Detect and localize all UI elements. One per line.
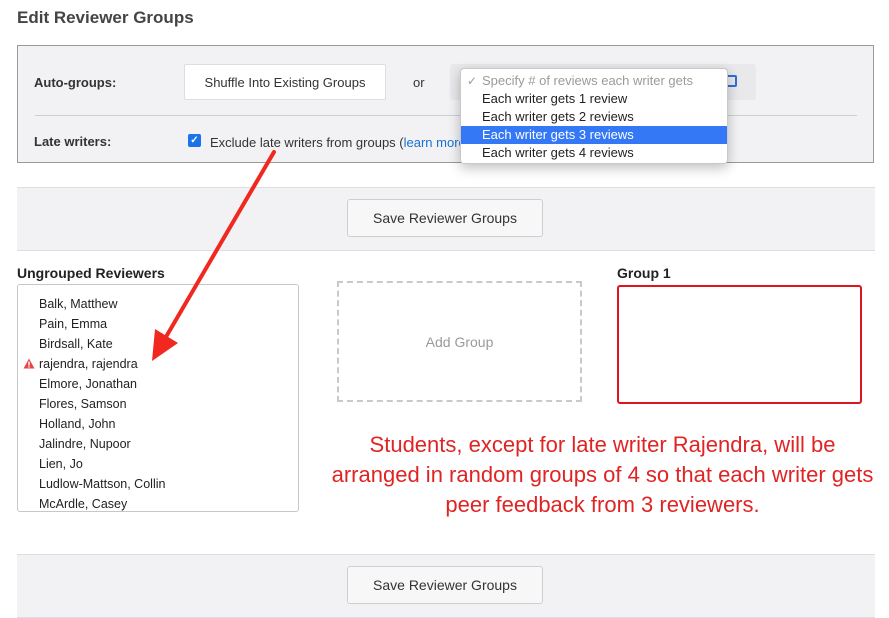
- save-bar-top: Save Reviewer Groups: [17, 187, 875, 251]
- exclude-late-text: Exclude late writers from groups (learn …: [210, 135, 466, 150]
- reviewer-item[interactable]: Elmore, Jonathan: [18, 374, 298, 394]
- late-writers-label: Late writers:: [34, 134, 112, 149]
- reviewer-item[interactable]: Flores, Samson: [18, 394, 298, 414]
- reviewer-item[interactable]: Holland, John: [18, 414, 298, 434]
- dropdown-option[interactable]: Each writer gets 4 reviews: [461, 144, 727, 162]
- reviewer-item[interactable]: Lien, Jo: [18, 454, 298, 474]
- dropdown-option[interactable]: Each writer gets 1 review: [461, 90, 727, 108]
- checkmark-icon: ✓: [190, 135, 199, 146]
- auto-groups-panel: Auto-groups: Shuffle Into Existing Group…: [17, 45, 874, 163]
- page-title: Edit Reviewer Groups: [17, 8, 194, 27]
- dropdown-option[interactable]: Each writer gets 2 reviews: [461, 108, 727, 126]
- reviewer-item[interactable]: Jalindre, Nupoor: [18, 434, 298, 454]
- dropdown-option-selected[interactable]: Each writer gets 3 reviews: [461, 126, 727, 144]
- dropdown-placeholder-option[interactable]: ✓ Specify # of reviews each writer gets: [461, 72, 727, 90]
- save-reviewer-groups-button[interactable]: Save Reviewer Groups: [347, 566, 543, 604]
- panel-divider: [35, 115, 857, 116]
- save-bar-bottom: Save Reviewer Groups: [17, 554, 875, 618]
- save-reviewer-groups-button[interactable]: Save Reviewer Groups: [347, 199, 543, 237]
- reviews-dropdown-menu: ✓ Specify # of reviews each writer gets …: [460, 68, 728, 164]
- annotation-note: Students, except for late writer Rajendr…: [331, 432, 874, 517]
- group-1-heading: Group 1: [617, 265, 671, 281]
- add-group-button[interactable]: Add Group: [337, 281, 582, 402]
- learn-more-link[interactable]: learn more: [404, 135, 466, 150]
- reviewer-item-late[interactable]: rajendra, rajendra: [18, 354, 298, 374]
- group-1-dropzone[interactable]: [617, 285, 862, 404]
- exclude-late-checkbox[interactable]: ✓: [188, 134, 201, 147]
- auto-groups-label: Auto-groups:: [34, 75, 117, 90]
- warning-icon: [23, 358, 35, 369]
- reviewer-item[interactable]: Ludlow-Mattson, Collin: [18, 474, 298, 494]
- reviewer-item[interactable]: Birdsall, Kate: [18, 334, 298, 354]
- reviewer-item[interactable]: Balk, Matthew: [18, 294, 298, 314]
- checkmark-icon: ✓: [467, 74, 478, 88]
- ungrouped-reviewers-heading: Ungrouped Reviewers: [17, 265, 165, 281]
- reviewer-item[interactable]: Pain, Emma: [18, 314, 298, 334]
- reviewer-item[interactable]: McArdle, Casey: [18, 494, 298, 511]
- shuffle-into-groups-button[interactable]: Shuffle Into Existing Groups: [184, 64, 386, 100]
- ungrouped-reviewers-list[interactable]: Balk, Matthew Pain, Emma Birdsall, Kate …: [17, 284, 299, 512]
- or-text: or: [413, 75, 425, 90]
